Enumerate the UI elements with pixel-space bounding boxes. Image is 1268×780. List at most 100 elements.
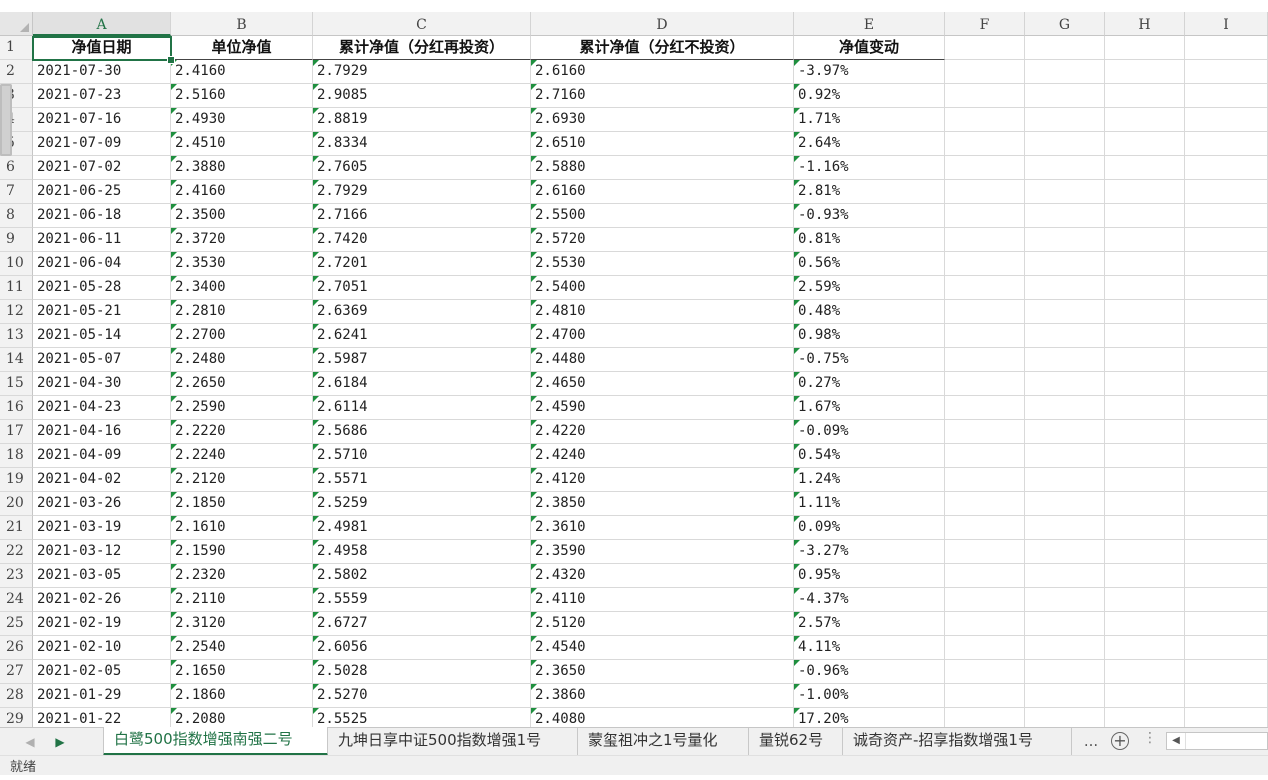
table-cell[interactable]: 2.5525 bbox=[313, 708, 531, 727]
row-header[interactable]: 20 bbox=[0, 492, 33, 516]
row-header[interactable]: 24 bbox=[0, 588, 33, 612]
table-cell[interactable]: 2021-06-18 bbox=[33, 204, 171, 228]
table-cell[interactable]: 2.7201 bbox=[313, 252, 531, 276]
empty-cell[interactable] bbox=[1025, 180, 1105, 204]
table-cell[interactable]: 0.54% bbox=[794, 444, 945, 468]
empty-cell[interactable] bbox=[1105, 516, 1185, 540]
empty-cell[interactable] bbox=[945, 708, 1025, 727]
table-cell[interactable]: 2.3530 bbox=[171, 252, 313, 276]
empty-cell[interactable] bbox=[1105, 396, 1185, 420]
table-cell[interactable]: 2.4810 bbox=[531, 300, 794, 324]
table-cell[interactable]: 2.5987 bbox=[313, 348, 531, 372]
empty-cell[interactable] bbox=[1025, 420, 1105, 444]
empty-cell[interactable] bbox=[1185, 468, 1268, 492]
empty-cell[interactable] bbox=[1105, 660, 1185, 684]
empty-cell[interactable] bbox=[1105, 540, 1185, 564]
empty-cell[interactable] bbox=[1105, 708, 1185, 727]
table-cell[interactable]: 2.2220 bbox=[171, 420, 313, 444]
empty-cell[interactable] bbox=[1105, 60, 1185, 84]
table-cell[interactable]: 2021-02-19 bbox=[33, 612, 171, 636]
empty-cell[interactable] bbox=[1185, 588, 1268, 612]
table-cell[interactable]: 2.8819 bbox=[313, 108, 531, 132]
empty-cell[interactable] bbox=[945, 252, 1025, 276]
table-cell[interactable]: 2021-02-10 bbox=[33, 636, 171, 660]
empty-cell[interactable] bbox=[945, 420, 1025, 444]
header-cell[interactable]: 累计净值（分红不投资） bbox=[531, 36, 794, 60]
empty-cell[interactable] bbox=[1185, 300, 1268, 324]
table-cell[interactable]: 2.5500 bbox=[531, 204, 794, 228]
table-cell[interactable]: 2.5571 bbox=[313, 468, 531, 492]
table-cell[interactable]: 2.4220 bbox=[531, 420, 794, 444]
empty-cell[interactable] bbox=[1185, 540, 1268, 564]
row-header[interactable]: 18 bbox=[0, 444, 33, 468]
table-cell[interactable]: 2021-07-30 bbox=[33, 60, 171, 84]
row-header[interactable]: 22 bbox=[0, 540, 33, 564]
empty-cell[interactable] bbox=[1025, 444, 1105, 468]
column-header-e[interactable]: E bbox=[794, 12, 945, 36]
table-cell[interactable]: 1.67% bbox=[794, 396, 945, 420]
table-cell[interactable]: 2.9085 bbox=[313, 84, 531, 108]
table-cell[interactable]: 2.4120 bbox=[531, 468, 794, 492]
empty-cell[interactable] bbox=[1025, 636, 1105, 660]
empty-cell[interactable] bbox=[945, 564, 1025, 588]
table-cell[interactable]: 2.4540 bbox=[531, 636, 794, 660]
empty-cell[interactable] bbox=[1185, 180, 1268, 204]
header-cell[interactable]: 净值日期 bbox=[33, 36, 171, 60]
table-cell[interactable]: 2.7605 bbox=[313, 156, 531, 180]
empty-cell[interactable] bbox=[1185, 324, 1268, 348]
table-cell[interactable]: 2.3880 bbox=[171, 156, 313, 180]
empty-cell[interactable] bbox=[1185, 420, 1268, 444]
empty-cell[interactable] bbox=[945, 348, 1025, 372]
empty-cell[interactable] bbox=[1185, 36, 1268, 60]
table-cell[interactable]: 0.56% bbox=[794, 252, 945, 276]
table-cell[interactable]: 2021-04-09 bbox=[33, 444, 171, 468]
sheet-tab[interactable]: 九坤日享中证500指数增强1号 bbox=[328, 728, 578, 755]
table-cell[interactable]: -3.97% bbox=[794, 60, 945, 84]
column-header-g[interactable]: G bbox=[1025, 12, 1105, 36]
empty-cell[interactable] bbox=[1105, 348, 1185, 372]
table-cell[interactable]: 2.2810 bbox=[171, 300, 313, 324]
table-cell[interactable]: 2.5270 bbox=[313, 684, 531, 708]
empty-cell[interactable] bbox=[1105, 204, 1185, 228]
row-header[interactable]: 16 bbox=[0, 396, 33, 420]
row-header[interactable]: 11 bbox=[0, 276, 33, 300]
empty-cell[interactable] bbox=[1025, 132, 1105, 156]
table-cell[interactable]: 2.4958 bbox=[313, 540, 531, 564]
column-header-d[interactable]: D bbox=[531, 12, 794, 36]
empty-cell[interactable] bbox=[1185, 612, 1268, 636]
table-cell[interactable]: 2.2700 bbox=[171, 324, 313, 348]
table-cell[interactable]: -0.93% bbox=[794, 204, 945, 228]
table-cell[interactable]: 2.1590 bbox=[171, 540, 313, 564]
more-tabs-button[interactable]: ... bbox=[1082, 728, 1100, 754]
table-cell[interactable]: 2021-03-26 bbox=[33, 492, 171, 516]
table-cell[interactable]: 2.4320 bbox=[531, 564, 794, 588]
sheet-tab[interactable]: 诚奇资产-招享指数增强1号 bbox=[843, 728, 1072, 755]
table-cell[interactable]: 2.5259 bbox=[313, 492, 531, 516]
empty-cell[interactable] bbox=[1185, 204, 1268, 228]
empty-cell[interactable] bbox=[1025, 276, 1105, 300]
table-cell[interactable]: 2.5160 bbox=[171, 84, 313, 108]
empty-cell[interactable] bbox=[945, 636, 1025, 660]
row-header[interactable]: 2 bbox=[0, 60, 33, 84]
column-header-i[interactable]: I bbox=[1185, 12, 1268, 36]
table-cell[interactable]: 2021-03-05 bbox=[33, 564, 171, 588]
table-cell[interactable]: 2.7929 bbox=[313, 180, 531, 204]
empty-cell[interactable] bbox=[1025, 468, 1105, 492]
table-cell[interactable]: 2.4480 bbox=[531, 348, 794, 372]
table-cell[interactable]: 2.3610 bbox=[531, 516, 794, 540]
table-cell[interactable]: 2.1610 bbox=[171, 516, 313, 540]
table-cell[interactable]: 2.5559 bbox=[313, 588, 531, 612]
empty-cell[interactable] bbox=[1105, 228, 1185, 252]
table-cell[interactable]: 2.1860 bbox=[171, 684, 313, 708]
table-cell[interactable]: 2021-04-16 bbox=[33, 420, 171, 444]
table-cell[interactable]: 2021-05-07 bbox=[33, 348, 171, 372]
table-cell[interactable]: 2021-06-25 bbox=[33, 180, 171, 204]
table-cell[interactable]: 2.6510 bbox=[531, 132, 794, 156]
header-cell[interactable]: 净值变动 bbox=[794, 36, 945, 60]
empty-cell[interactable] bbox=[1105, 492, 1185, 516]
table-cell[interactable]: 2021-04-30 bbox=[33, 372, 171, 396]
empty-cell[interactable] bbox=[1025, 396, 1105, 420]
empty-cell[interactable] bbox=[1025, 60, 1105, 84]
table-cell[interactable]: 2.5686 bbox=[313, 420, 531, 444]
empty-cell[interactable] bbox=[1105, 684, 1185, 708]
